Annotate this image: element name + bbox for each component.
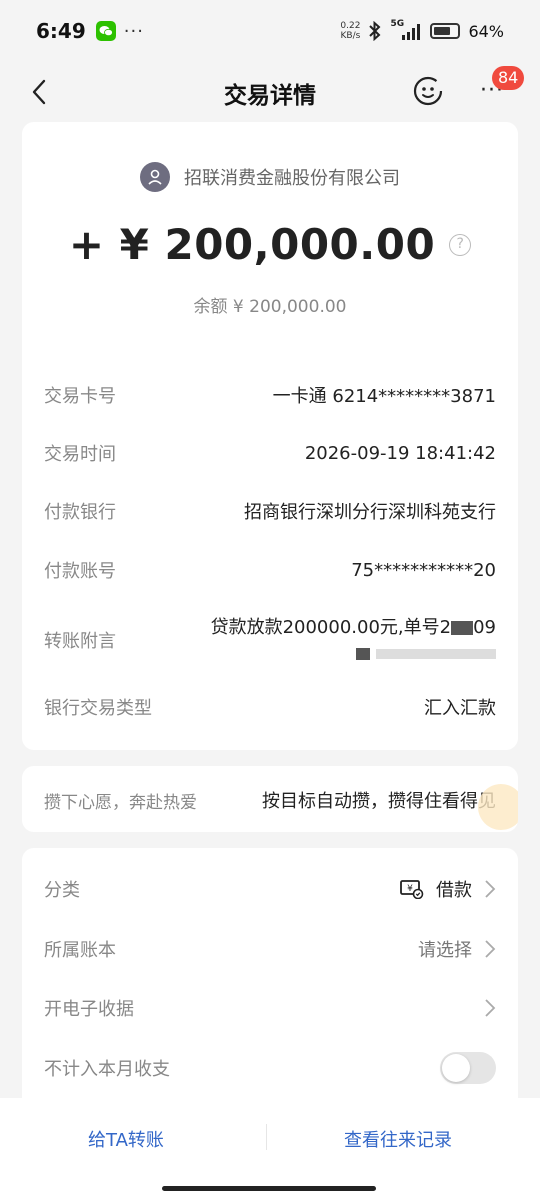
chevron-right-icon (485, 999, 496, 1017)
savings-promo-banner[interactable]: 攒下心愿，奔赴热爱 按目标自动攒，攒得住看得见 (22, 766, 518, 832)
setting-right: 请选择 (418, 936, 496, 962)
detail-row-type: 银行交易类型 汇入汇款 (44, 692, 496, 722)
net-speed: 0.22 KB/s (340, 21, 360, 41)
detail-label: 付款银行 (44, 502, 116, 523)
history-button[interactable]: 查看往来记录 (344, 1126, 452, 1152)
user-icon (148, 169, 162, 185)
ledger-value: 请选择 (418, 940, 472, 961)
signal-icon (402, 24, 421, 40)
transaction-card: 招联消费金融股份有限公司 + ¥ 200,000.00 ? 余额 ¥ 200,0… (22, 122, 518, 750)
svg-text:¥: ¥ (407, 884, 413, 894)
nav-bar: 交易详情 ··· (0, 62, 540, 122)
detail-label: 银行交易类型 (44, 698, 152, 719)
setting-row-category[interactable]: 分类 ¥ 借款 (44, 874, 496, 904)
page-title: 交易详情 (224, 83, 316, 109)
detail-label: 交易卡号 (44, 386, 116, 407)
detail-row-card-number: 交易卡号 一卡通 6214********3871 (44, 380, 496, 410)
detail-label: 付款账号 (44, 561, 116, 582)
detail-row-account: 付款账号 75***********20 (44, 555, 496, 585)
smiley-icon (413, 76, 443, 106)
detail-label: 交易时间 (44, 444, 116, 465)
detail-value: 贷款放款200000.00元,单号2 09 (194, 615, 496, 665)
home-indicator[interactable] (162, 1186, 376, 1191)
loan-icon: ¥ (400, 880, 424, 899)
setting-row-ledger[interactable]: 所属账本 请选择 (44, 934, 496, 964)
category-value: 借款 (436, 880, 472, 901)
notification-badge: 84 (492, 66, 525, 90)
coin-decoration-icon (478, 784, 518, 830)
detail-value: 75***********20 (351, 559, 496, 581)
amount-row: + ¥ 200,000.00 ? (22, 220, 518, 269)
status-indicators: 0.22 KB/s 5G 64% (340, 19, 504, 41)
detail-value: 汇入汇款 (424, 698, 496, 719)
memo-line-1: 贷款放款200000.00元,单号2 09 (194, 615, 496, 641)
wechat-icon (95, 21, 116, 41)
exclude-toggle[interactable] (440, 1052, 496, 1084)
setting-right (484, 998, 496, 1018)
settings-card: 分类 ¥ 借款 所属账本 请选择 开电子收据 不计入本月收支 (22, 848, 518, 1108)
redaction-block (451, 621, 474, 635)
detail-value: 招商银行深圳分行深圳科苑支行 (244, 502, 496, 523)
bluetooth-icon (369, 21, 381, 41)
setting-row-receipt[interactable]: 开电子收据 (44, 993, 496, 1023)
chevron-right-icon (485, 880, 496, 898)
notification-dots: ··· (123, 20, 144, 42)
detail-value: 一卡通 6214********3871 (272, 386, 496, 407)
chevron-right-icon (485, 940, 496, 958)
detail-value: 2026-09-19 18:41:42 (304, 442, 496, 464)
detail-row-bank: 付款银行 招商银行深圳分行深圳科苑支行 (44, 496, 496, 526)
help-icon[interactable]: ? (449, 233, 472, 256)
promo-link: 按目标自动攒，攒得住看得见 (262, 791, 496, 812)
bottom-action-bar: 给TA转账 查看往来记录 (0, 1098, 540, 1200)
setting-right: ¥ 借款 (400, 876, 496, 902)
customer-service-button[interactable] (412, 75, 444, 107)
detail-label: 转账附言 (44, 631, 116, 652)
toggle-knob (442, 1054, 470, 1082)
detail-row-memo: 转账附言 贷款放款200000.00元,单号2 09 (44, 612, 496, 668)
setting-label: 开电子收据 (44, 999, 134, 1020)
redaction-block (376, 649, 496, 659)
net-speed-value: 0.22 (340, 21, 361, 31)
setting-row-exclude: 不计入本月收支 (44, 1052, 496, 1084)
setting-label: 分类 (44, 880, 80, 901)
memo-line-2 (194, 641, 496, 665)
redaction-block (356, 648, 371, 660)
status-time: 6:49 (36, 19, 86, 43)
memo-text: 贷款放款200000.00元,单号2 (210, 617, 452, 638)
transaction-amount: + ¥ 200,000.00 (68, 220, 436, 269)
divider (266, 1124, 267, 1150)
detail-row-time: 交易时间 2026-09-19 18:41:42 (44, 438, 496, 468)
signal-indicator: 5G (390, 19, 422, 41)
payer-name: 招联消费金融股份有限公司 (184, 168, 400, 189)
setting-label: 不计入本月收支 (44, 1059, 170, 1080)
memo-text-tail: 09 (473, 617, 496, 638)
battery-icon (430, 23, 461, 39)
balance-text: 余额 ¥ 200,000.00 (193, 297, 347, 317)
setting-label: 所属账本 (44, 940, 116, 961)
battery-percent: 64% (468, 21, 504, 41)
payer-row: 招联消费金融股份有限公司 (22, 162, 518, 192)
transfer-button[interactable]: 给TA转账 (88, 1126, 164, 1152)
avatar (140, 162, 170, 192)
net-speed-unit: KB/s (340, 31, 361, 41)
promo-slogan: 攒下心愿，奔赴热爱 (44, 793, 197, 813)
status-bar: 6:49 ··· 0.22 KB/s 5G 64% (0, 0, 540, 62)
